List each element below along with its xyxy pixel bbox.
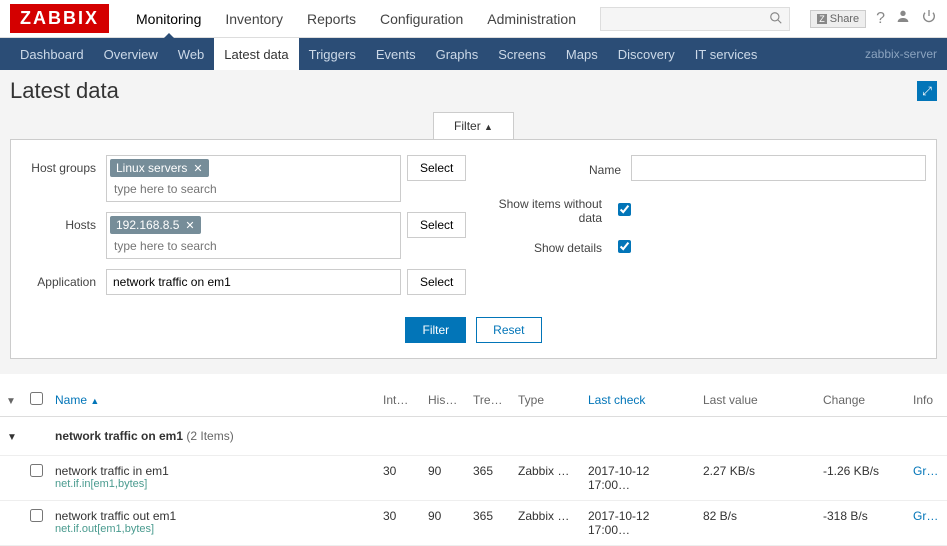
page-title: Latest data [10,78,917,104]
application-input[interactable] [106,269,401,295]
topnav-reports[interactable]: Reports [295,0,368,38]
subnav-overview[interactable]: Overview [94,38,168,70]
col-info: Info [907,384,947,417]
cell-trends: 365 [467,456,512,501]
triangle-down-icon: ▼ [7,432,17,443]
host-tag[interactable]: 192.168.8.5✕ [110,216,201,234]
cell-last-check: 2017-10-12 17:00… [582,501,697,546]
subnav-it-services[interactable]: IT services [685,38,768,70]
hosts-select-button[interactable]: Select [407,212,466,238]
share-button[interactable]: ZShare [810,10,866,28]
cell-history: 90 [422,501,467,546]
remove-tag-icon[interactable]: ✕ [185,219,194,232]
subnav-events[interactable]: Events [366,38,426,70]
select-all-checkbox[interactable] [30,392,43,405]
col-interval[interactable]: Int… [377,384,422,417]
latest-data-table: ▼ Name ▲ Int… His… Tre… Type Last check … [0,384,947,546]
cell-history: 90 [422,456,467,501]
user-icon[interactable] [895,8,911,29]
expand-icon: ⤢ [922,84,932,99]
subnav-dashboard[interactable]: Dashboard [10,38,94,70]
application-label: Application [21,269,106,289]
zabbix-z-icon: Z [817,14,827,24]
topnav-configuration[interactable]: Configuration [368,0,475,38]
cell-type: Zabbix … [512,501,582,546]
host-groups-input[interactable]: Linux servers✕ [106,155,401,202]
triangle-down-icon: ▼ [6,396,16,407]
subnav-maps[interactable]: Maps [556,38,608,70]
fullscreen-button[interactable]: ⤢ [917,81,937,101]
cell-interval: 30 [377,501,422,546]
item-name: network traffic out em1 [55,509,371,523]
logo[interactable]: ZABBIX [10,4,109,33]
application-select-button[interactable]: Select [407,269,466,295]
host-group-tag[interactable]: Linux servers✕ [110,159,209,177]
subnav-latest-data[interactable]: Latest data [214,38,298,70]
item-name: network traffic in em1 [55,464,371,478]
name-label: Name [496,159,631,177]
col-last-check[interactable]: Last check [582,384,697,417]
top-nav: ZABBIX Monitoring Inventory Reports Conf… [0,0,947,38]
table-row: network traffic out em1 net.if.out[em1,b… [0,501,947,546]
group-collapse[interactable]: ▼ [0,417,24,456]
sub-nav: Dashboard Overview Web Latest data Trigg… [0,38,947,70]
power-icon[interactable] [921,8,937,29]
cell-change: -1.26 KB/s [817,456,907,501]
topnav-administration[interactable]: Administration [475,0,588,38]
subnav-triggers[interactable]: Triggers [299,38,366,70]
group-name: network traffic on em1 [55,429,183,443]
expand-all-header[interactable]: ▼ [0,384,24,417]
subnav-web[interactable]: Web [168,38,215,70]
cell-last-check: 2017-10-12 17:00… [582,456,697,501]
search-icon [769,11,783,28]
sort-asc-icon: ▲ [90,396,99,406]
cell-last-value: 82 B/s [697,501,817,546]
subnav-graphs[interactable]: Graphs [426,38,489,70]
server-name: zabbix-server [865,47,937,61]
col-change: Change [817,384,907,417]
hosts-input[interactable]: 192.168.8.5✕ [106,212,401,259]
cell-trends: 365 [467,501,512,546]
graph-link[interactable]: Gr… [913,509,938,523]
col-name[interactable]: Name ▲ [49,384,377,417]
col-last-value: Last value [697,384,817,417]
item-key: net.if.in[em1,bytes] [55,478,371,490]
cell-interval: 30 [377,456,422,501]
col-history[interactable]: His… [422,384,467,417]
topnav-monitoring[interactable]: Monitoring [124,0,213,38]
hosts-search[interactable] [110,237,397,255]
filter-toggle[interactable]: Filter ▲ [433,112,514,139]
triangle-up-icon: ▲ [484,122,493,132]
group-count: (2 Items) [186,429,233,443]
topnav-inventory[interactable]: Inventory [213,0,295,38]
table-row: network traffic in em1 net.if.in[em1,byt… [0,456,947,501]
col-type[interactable]: Type [512,384,582,417]
page-header: Latest data ⤢ [0,70,947,112]
remove-tag-icon[interactable]: ✕ [193,162,202,175]
show-details-checkbox[interactable] [618,240,631,253]
host-groups-label: Host groups [21,155,106,175]
help-icon[interactable]: ? [876,10,885,28]
item-key: net.if.out[em1,bytes] [55,523,371,535]
cell-type: Zabbix … [512,456,582,501]
show-items-without-data-checkbox[interactable] [618,203,631,216]
subnav-screens[interactable]: Screens [488,38,556,70]
filter-section: Filter ▲ Host groups Linux servers✕ Sele… [0,112,947,374]
name-input[interactable] [631,155,926,181]
show-details-label: Show details [496,237,612,255]
graph-link[interactable]: Gr… [913,464,938,478]
global-search[interactable] [600,7,790,31]
group-row: ▼ network traffic on em1 (2 Items) [0,417,947,456]
host-groups-search[interactable] [110,180,397,198]
reset-button[interactable]: Reset [476,317,541,343]
cell-last-value: 2.27 KB/s [697,456,817,501]
col-trends[interactable]: Tre… [467,384,512,417]
cell-change: -318 B/s [817,501,907,546]
show-items-without-data-label: Show items without data [496,193,612,225]
row-checkbox[interactable] [30,464,43,477]
subnav-discovery[interactable]: Discovery [608,38,685,70]
filter-button[interactable]: Filter [405,317,466,343]
host-groups-select-button[interactable]: Select [407,155,466,181]
hosts-label: Hosts [21,212,106,232]
